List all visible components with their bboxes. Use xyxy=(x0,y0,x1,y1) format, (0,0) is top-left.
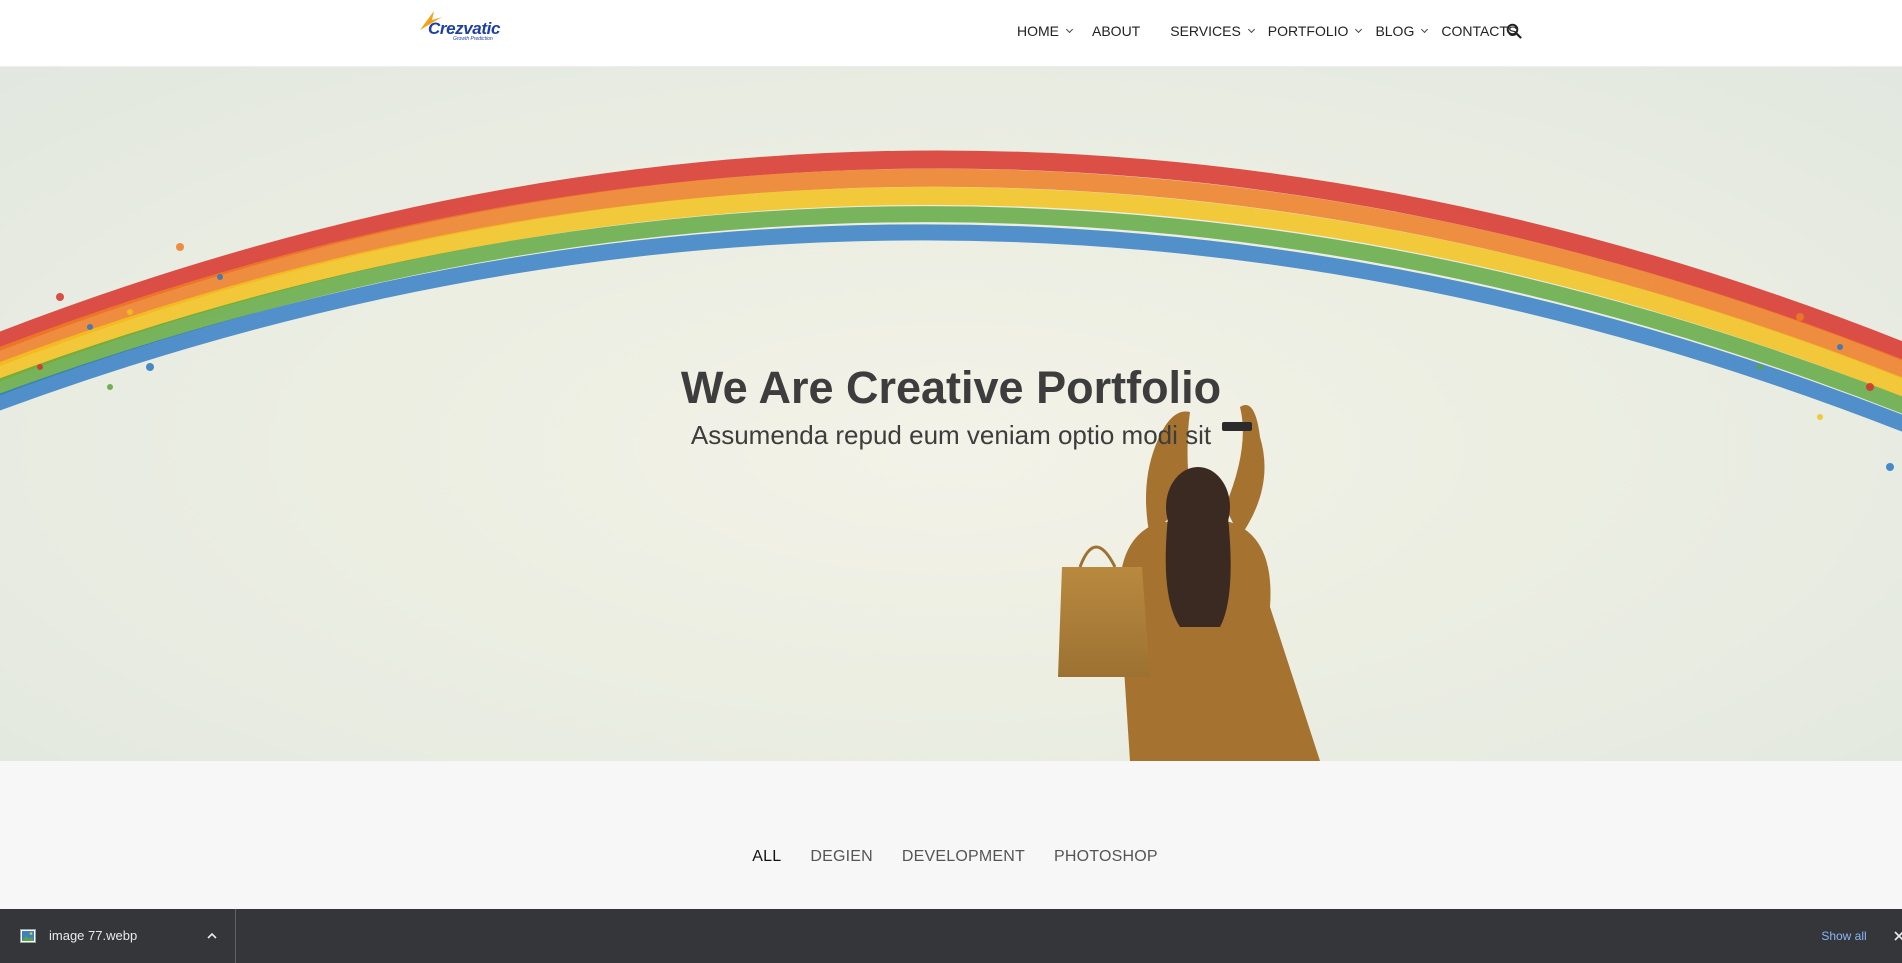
logo-tagline: Growth Prediction xyxy=(453,36,493,42)
nav-item-label: ABOUT xyxy=(1092,23,1141,39)
filter-development[interactable]: DEVELOPMENT xyxy=(902,848,1025,872)
filter-all[interactable]: ALL xyxy=(752,848,781,872)
search-icon xyxy=(1506,23,1522,39)
hero-background-image xyxy=(0,150,1902,761)
close-icon[interactable] xyxy=(1893,930,1902,942)
nav-item-label: PORTFOLIO xyxy=(1267,23,1349,39)
chevron-down-icon xyxy=(1247,25,1255,34)
nav-item-home[interactable]: HOME xyxy=(1017,23,1074,39)
download-item[interactable]: image 77.webp xyxy=(0,909,236,963)
site-logo[interactable]: Crezvatic Growth Prediction xyxy=(418,8,502,44)
nav-item-label: SERVICES xyxy=(1170,23,1241,39)
download-file-name: image 77.webp xyxy=(49,928,138,943)
search-button[interactable] xyxy=(1506,23,1522,39)
hero-banner: We Are Creative Portfolio Assumenda repu… xyxy=(0,67,1902,761)
filter-degien[interactable]: DEGIEN xyxy=(810,848,873,872)
show-all-button[interactable]: Show all xyxy=(1807,924,1881,948)
main-nav: HOME ABOUT SERVICES PORTFOLIO BLOG CONTA… xyxy=(1017,20,1517,42)
chevron-down-icon xyxy=(1355,25,1363,34)
chevron-down-icon xyxy=(1065,25,1074,34)
nav-item-about[interactable]: ABOUT xyxy=(1092,23,1140,39)
hero-subtitle: Assumenda repud eum veniam optio modi si… xyxy=(690,420,1212,450)
nav-item-portfolio[interactable]: PORTFOLIO xyxy=(1267,23,1363,39)
nav-item-label: HOME xyxy=(1017,23,1059,39)
nav-item-label: BLOG xyxy=(1375,23,1415,39)
nav-item-services[interactable]: SERVICES xyxy=(1170,23,1255,39)
nav-item-blog[interactable]: BLOG xyxy=(1375,23,1429,39)
hero-title: We Are Creative Portfolio xyxy=(680,362,1222,413)
site-header: Crezvatic Growth Prediction HOME ABOUT S… xyxy=(0,0,1902,67)
woman-photographer xyxy=(1058,405,1320,761)
chevron-down-icon xyxy=(1421,25,1429,34)
download-bar: image 77.webp Show all xyxy=(0,909,1902,963)
portfolio-filters: ALL DEGIEN DEVELOPMENT PHOTOSHOP xyxy=(0,848,1902,872)
chevron-up-icon[interactable] xyxy=(206,930,218,942)
filter-photoshop[interactable]: PHOTOSHOP xyxy=(1054,848,1158,872)
image-file-icon xyxy=(20,929,36,943)
